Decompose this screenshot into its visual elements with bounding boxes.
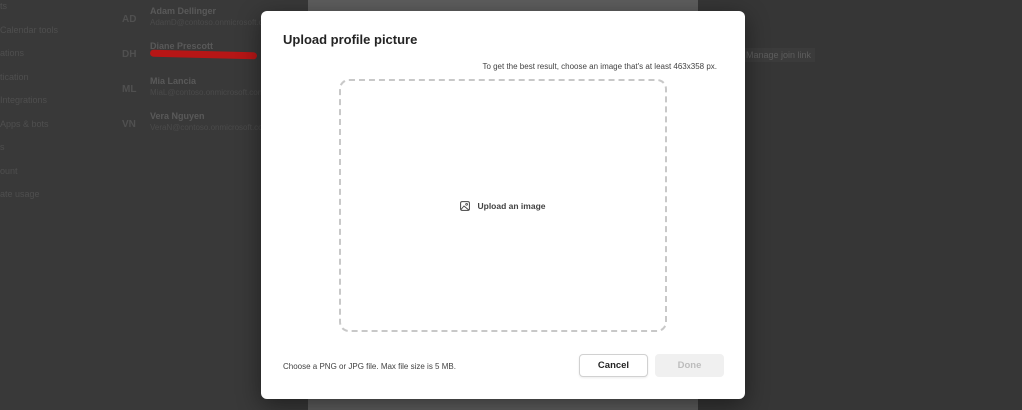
dialog-title: Upload profile picture [283,32,418,47]
image-icon [460,200,471,211]
file-requirements-note: Choose a PNG or JPG file. Max file size … [283,362,456,371]
image-dropzone[interactable]: Upload an image [339,79,667,332]
upload-image-label: Upload an image [477,200,546,211]
upload-image-button[interactable]: Upload an image [460,200,546,211]
cancel-button[interactable]: Cancel [579,354,648,377]
done-button[interactable]: Done [655,354,724,377]
image-size-hint: To get the best result, choose an image … [482,62,717,71]
upload-profile-picture-dialog: Upload profile picture To get the best r… [261,11,745,399]
